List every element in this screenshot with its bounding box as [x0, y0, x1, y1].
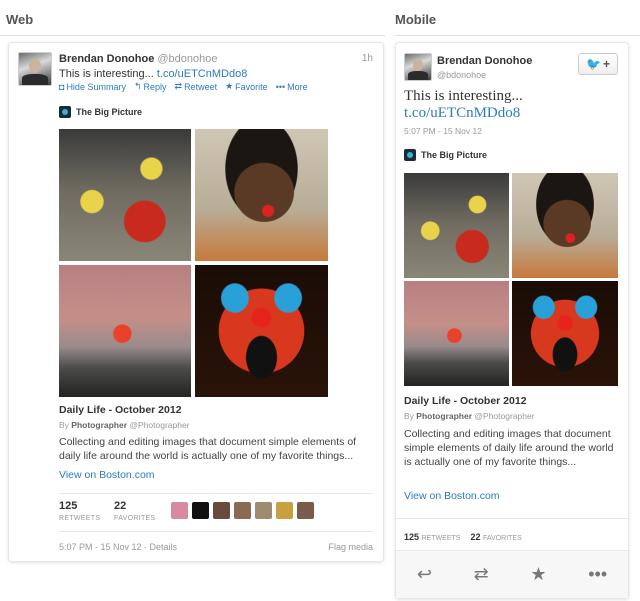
- twitter-bird-icon: 🐦: [586, 57, 601, 71]
- card-description: Collecting and editing images that docum…: [59, 436, 357, 462]
- mobile-byline-handle[interactable]: @Photographer: [474, 411, 534, 421]
- big-picture-logo-icon: [59, 106, 71, 118]
- favorite-label: FAVORITES: [114, 515, 156, 522]
- photo-angry-birds-boy[interactable]: [59, 129, 191, 261]
- mobile-favorite-icon[interactable]: ★: [530, 564, 546, 585]
- mobile-section-label: Mobile: [395, 12, 437, 27]
- mobile-more-icon[interactable]: •••: [588, 564, 607, 585]
- card-source-name: The Big Picture: [76, 107, 143, 117]
- reply-icon: ↰: [133, 81, 142, 91]
- mobile-byline-author[interactable]: Photographer: [416, 411, 472, 421]
- retweet-icon: ⇄: [174, 81, 183, 91]
- mobile-view-on-boston-link[interactable]: View on Boston.com: [404, 490, 500, 502]
- mobile-author-name[interactable]: Brendan Donohoe: [437, 55, 532, 67]
- view-on-boston-link[interactable]: View on Boston.com: [59, 469, 155, 481]
- retweet-label: RETWEETS: [59, 515, 101, 522]
- mobile-photo-man-mustache[interactable]: [512, 173, 618, 278]
- plus-icon: +: [602, 57, 610, 71]
- author-handle[interactable]: @bdonohoe: [157, 53, 217, 65]
- stats-bottom-divider: [59, 531, 373, 532]
- stats-top-divider: [59, 493, 373, 494]
- follow-button[interactable]: 🐦 +: [578, 53, 618, 75]
- mobile-stats-divider: [396, 518, 628, 519]
- tweet-time[interactable]: 1h: [362, 53, 373, 64]
- favoriter-avatar[interactable]: [213, 502, 230, 519]
- reply-action[interactable]: ↰ Reply: [134, 81, 167, 92]
- mobile-card-description: Collecting and editing images that docum…: [404, 428, 614, 468]
- mobile-reply-icon[interactable]: ↩: [417, 564, 432, 585]
- hide-summary-label: Hide Summary: [66, 81, 126, 92]
- retweet-label: Retweet: [184, 81, 218, 92]
- hide-summary-icon: ◘: [59, 81, 65, 92]
- mobile-tweet-card: Brendan Donohoe @bdonohoe 🐦 + This is in…: [395, 42, 629, 599]
- mobile-card-title[interactable]: Daily Life - October 2012: [404, 395, 527, 407]
- favorite-count[interactable]: 22: [114, 500, 126, 512]
- mobile-stats: 125 RETWEETS 22 FAVORITES: [404, 532, 522, 542]
- favorite-action[interactable]: ★ Favorite: [225, 81, 268, 92]
- favoriter-avatar[interactable]: [276, 502, 293, 519]
- web-tweet-card: Brendan Donohoe @bdonohoe 1h This is inte…: [8, 42, 384, 562]
- favoriter-avatars: [171, 502, 314, 519]
- tweet-actions: ◘ Hide Summary ↰ Reply ⇄ Retweet ★ Favorite ••• M…: [59, 81, 308, 92]
- retweet-count[interactable]: 125: [59, 500, 77, 512]
- mobile-card-source[interactable]: The Big Picture: [404, 149, 487, 161]
- mobile-header-rule: [395, 35, 640, 36]
- card-title[interactable]: Daily Life - October 2012: [59, 404, 182, 416]
- web-header-rule: [0, 35, 385, 36]
- more-action[interactable]: ••• More: [276, 81, 308, 92]
- mobile-favorite-label: FAVORITES: [482, 535, 522, 542]
- mobile-byline-prefix: By: [404, 411, 414, 421]
- retweet-action[interactable]: ⇄ Retweet: [175, 81, 218, 92]
- byline-prefix: By: [59, 420, 69, 430]
- hide-summary-action[interactable]: ◘ Hide Summary: [59, 81, 126, 92]
- mobile-avatar[interactable]: [404, 53, 432, 81]
- avatar[interactable]: [18, 52, 52, 86]
- mobile-photo-sunset[interactable]: [404, 281, 509, 386]
- photo-lantern-face[interactable]: [195, 265, 328, 397]
- mobile-retweet-label: RETWEETS: [421, 535, 461, 542]
- reply-label: Reply: [143, 81, 167, 92]
- web-section-label: Web: [6, 12, 34, 27]
- more-icon: •••: [275, 81, 286, 92]
- mobile-card-source-name: The Big Picture: [421, 150, 488, 160]
- favoriter-avatar[interactable]: [255, 502, 272, 519]
- favoriter-avatar[interactable]: [171, 502, 188, 519]
- favoriter-avatar[interactable]: [192, 502, 209, 519]
- mobile-favorite-count[interactable]: 22: [470, 532, 480, 542]
- favoriter-avatar[interactable]: [297, 502, 314, 519]
- favoriter-avatar[interactable]: [234, 502, 251, 519]
- flag-media-link[interactable]: Flag media: [328, 542, 373, 552]
- mobile-author-handle[interactable]: @bdonohoe: [437, 70, 486, 80]
- tweet-text-body: This is interesting...: [59, 68, 154, 80]
- tweet-author[interactable]: Brendan Donohoe @bdonohoe: [59, 53, 217, 65]
- byline-author[interactable]: Photographer: [71, 420, 127, 430]
- card-byline: By Photographer @Photographer: [59, 420, 190, 430]
- mobile-tweet-text-body: This is interesting...: [404, 88, 523, 104]
- author-name[interactable]: Brendan Donohoe: [59, 53, 154, 65]
- photo-sunset[interactable]: [59, 265, 191, 397]
- mobile-action-bar: ↩ ⇄ ★ •••: [396, 550, 628, 598]
- more-label: More: [287, 81, 308, 92]
- mobile-photo-angry-birds-boy[interactable]: [404, 173, 509, 278]
- mobile-photo-lantern-face[interactable]: [512, 281, 618, 386]
- tweet-timestamp[interactable]: 5:07 PM - 15 Nov 12 · Details: [59, 542, 177, 552]
- mobile-retweet-icon[interactable]: ⇄: [474, 564, 489, 585]
- favorite-icon: ★: [225, 81, 234, 91]
- mobile-tweet-text: This is interesting... t.co/uETCnMDdo8: [404, 88, 523, 122]
- mobile-tweet-link[interactable]: t.co/uETCnMDdo8: [404, 105, 523, 122]
- favorite-label: Favorite: [235, 81, 268, 92]
- mobile-card-byline: By Photographer @Photographer: [404, 411, 535, 421]
- mobile-tweet-time[interactable]: 5:07 PM - 15 Nov 12: [404, 126, 482, 136]
- tweet-text: This is interesting... t.co/uETCnMDdo8: [59, 68, 247, 80]
- mobile-big-picture-logo-icon: [404, 149, 416, 161]
- card-source[interactable]: The Big Picture: [59, 106, 142, 118]
- tweet-link[interactable]: t.co/uETCnMDdo8: [157, 68, 247, 80]
- photo-man-mustache[interactable]: [195, 129, 328, 261]
- mobile-retweet-count[interactable]: 125: [404, 532, 419, 542]
- byline-handle[interactable]: @Photographer: [129, 420, 189, 430]
